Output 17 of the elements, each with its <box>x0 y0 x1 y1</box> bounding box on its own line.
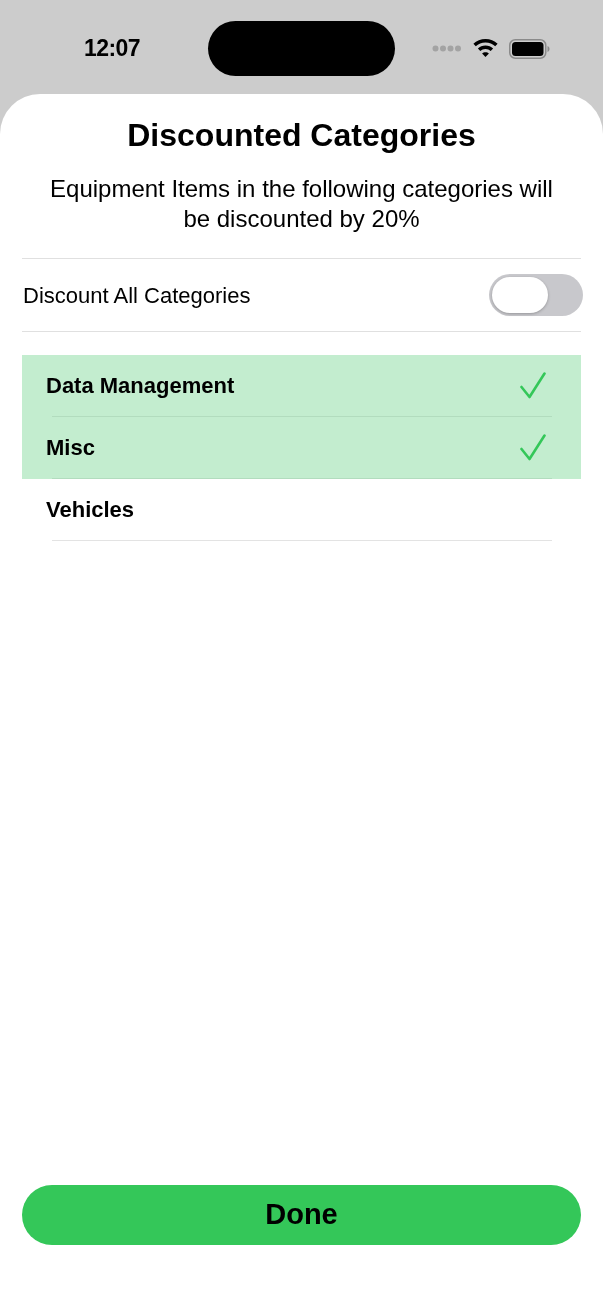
sheet-description: Equipment Items in the following categories will be discounted by 20% <box>49 174 554 234</box>
category-row[interactable]: Misc <box>22 417 581 479</box>
checkmark-icon <box>520 434 546 461</box>
signal-dots-icon <box>432 45 462 52</box>
checkmark-icon <box>520 372 546 399</box>
category-label: Data Management <box>46 372 235 400</box>
category-label: Misc <box>46 434 95 462</box>
sheet-title: Discounted Categories <box>127 116 476 154</box>
done-button[interactable]: Done <box>22 1185 581 1245</box>
wifi-icon <box>473 39 498 58</box>
toggle-knob <box>492 277 548 313</box>
category-label: Vehicles <box>46 496 135 524</box>
toggle-label: Discount All Categories <box>23 281 251 310</box>
status-time: 12:07 <box>84 34 140 64</box>
battery-icon <box>509 38 550 59</box>
toggle-switch[interactable] <box>489 274 583 316</box>
category-row[interactable]: Data Management <box>22 355 581 417</box>
